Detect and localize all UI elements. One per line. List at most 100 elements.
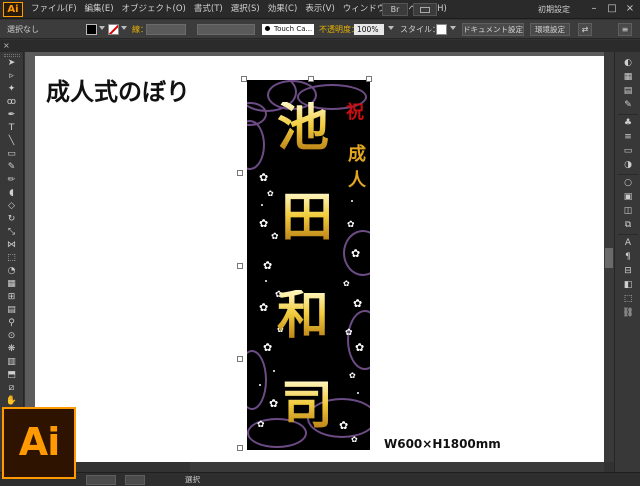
hand-tool-icon[interactable]: ✋ — [5, 396, 18, 407]
blend-tool-icon[interactable]: ⊙ — [5, 331, 18, 342]
paragraph-panel-icon[interactable]: ¶ — [622, 252, 634, 263]
direct-selection-tool-icon[interactable]: ▹ — [5, 71, 18, 82]
fill-swatch[interactable] — [86, 24, 97, 35]
color-panel-icon[interactable]: ◐ — [622, 58, 634, 69]
stroke-swatch[interactable] — [108, 24, 119, 35]
paintbrush-tool-icon[interactable]: ✎ — [5, 162, 18, 173]
sakura-icon: ✿ — [269, 397, 279, 410]
appearance-panel-icon[interactable]: ○ — [622, 178, 634, 189]
pathfinder-panel-icon[interactable]: ◧ — [622, 280, 634, 291]
sakura-icon: ✿ — [263, 259, 273, 272]
sakura-icon: ✿ — [339, 419, 349, 432]
links-panel-icon[interactable]: ⛓ — [622, 308, 634, 319]
nobori-banner[interactable]: ✿ ✿ ✿ ✿ ✿ ✿ ✿ ✿ ✿ ✿ ✿ ✿ ✿ ✿ ✿ ✿ ✿ ✿ ✿ ✿ … — [247, 80, 370, 450]
blob-brush-tool-icon[interactable]: ◖ — [5, 188, 18, 199]
eyedropper-tool-icon[interactable]: ⚲ — [5, 318, 18, 329]
pencil-tool-icon[interactable]: ✏ — [5, 175, 18, 186]
transparency-panel-icon[interactable]: ◑ — [622, 160, 634, 171]
vertical-scrollbar[interactable] — [604, 52, 614, 462]
brushes-panel-icon[interactable]: ✎ — [622, 100, 634, 111]
illustrator-logo-icon: Ai — [3, 2, 23, 17]
opacity-field[interactable]: 100% — [354, 24, 384, 35]
magic-wand-tool-icon[interactable]: ✦ — [5, 84, 18, 95]
stroke-panel-icon[interactable]: ≡ — [622, 132, 634, 143]
menu-view[interactable]: 表示(V) — [301, 0, 338, 19]
sakura-icon: ✿ — [267, 189, 274, 198]
artboard-tool-icon[interactable]: ⬒ — [5, 370, 18, 381]
graphic-style-swatch[interactable] — [436, 24, 447, 35]
rotate-tool-icon[interactable]: ↻ — [5, 214, 18, 225]
menu-object[interactable]: オブジェクト(O) — [118, 0, 190, 19]
banner-ring — [237, 170, 243, 176]
slice-tool-icon[interactable]: ⧄ — [5, 383, 18, 394]
color-guide-panel-icon[interactable]: ▦ — [622, 72, 634, 83]
maximize-button[interactable]: □ — [606, 3, 618, 15]
transform-panel-icon[interactable]: ⬚ — [622, 294, 634, 305]
bridge-button[interactable]: Br — [382, 3, 408, 16]
fill-dropdown-icon[interactable] — [99, 26, 105, 30]
sakura-icon: ✿ — [263, 341, 273, 354]
workspace-switcher[interactable]: 初期設定 — [538, 0, 570, 19]
status-current-tool[interactable]: 選択 — [185, 473, 200, 486]
width-tool-icon[interactable]: ⋈ — [5, 240, 18, 251]
perspective-grid-tool-icon[interactable]: ▦ — [5, 279, 18, 290]
scale-tool-icon[interactable]: ⤡ — [5, 227, 18, 238]
eraser-tool-icon[interactable]: ◇ — [5, 201, 18, 212]
menu-file[interactable]: ファイル(F) — [27, 0, 81, 19]
petal-dot — [259, 384, 261, 386]
zoom-level-field[interactable] — [86, 475, 116, 485]
horizontal-scrollbar[interactable] — [190, 462, 604, 472]
menu-type[interactable]: 書式(T) — [190, 0, 227, 19]
stroke-weight-field[interactable] — [146, 24, 186, 35]
align-panel-icon[interactable]: ⊟ — [622, 266, 634, 277]
symbols-panel-icon[interactable]: ♣ — [622, 118, 634, 129]
panel-grip-icon[interactable] — [4, 54, 20, 57]
lasso-tool-icon[interactable]: ꝏ — [5, 97, 18, 108]
sakura-icon: ✿ — [347, 220, 355, 230]
symbol-sprayer-tool-icon[interactable]: ❋ — [5, 344, 18, 355]
type-tool-icon[interactable]: T — [5, 123, 18, 134]
opacity-dropdown-icon[interactable] — [388, 26, 394, 30]
banner-ring — [237, 263, 243, 269]
rectangle-tool-icon[interactable]: ▭ — [5, 149, 18, 160]
selection-tool-icon[interactable]: ➤ — [5, 58, 18, 69]
stroke-dropdown-icon[interactable] — [121, 26, 127, 30]
preferences-button[interactable]: 環境設定 — [530, 23, 570, 36]
tab-close-icon[interactable]: × — [3, 40, 10, 52]
pen-tool-icon[interactable]: ✒ — [5, 110, 18, 121]
layers-panel-icon[interactable]: ◫ — [622, 206, 634, 217]
document-setup-button[interactable]: ドキュメント設定 — [462, 23, 524, 36]
arrange-documents-button[interactable] — [413, 3, 437, 16]
illustrator-badge-text: Ai — [18, 420, 60, 464]
column-graph-tool-icon[interactable]: ▥ — [5, 357, 18, 368]
selection-status: 選択なし — [7, 25, 39, 34]
opacity-label[interactable]: 不透明度： — [319, 20, 359, 39]
artboards-panel-icon[interactable]: ⧉ — [622, 220, 634, 231]
vertical-scroll-thumb[interactable] — [605, 248, 613, 268]
banner-ring — [366, 76, 372, 82]
swatches-panel-icon[interactable]: ▤ — [622, 86, 634, 97]
style-label: スタイル： — [400, 25, 440, 34]
align-to-icon[interactable]: ⇄ — [578, 23, 592, 36]
character-panel-icon[interactable]: A — [622, 238, 634, 249]
artboard-navigation-field[interactable] — [125, 475, 145, 485]
mesh-tool-icon[interactable]: ⊞ — [5, 292, 18, 303]
brush-name: Touch Ca... — [274, 25, 313, 33]
brush-definition-dropdown[interactable]: Touch Ca... — [262, 24, 314, 35]
banner-ring — [237, 356, 243, 362]
variable-width-profile[interactable] — [197, 24, 255, 35]
menu-select[interactable]: 選択(S) — [227, 0, 264, 19]
style-dropdown-icon[interactable] — [450, 26, 456, 30]
name-char-3: 和 — [277, 285, 330, 346]
close-button[interactable]: × — [624, 3, 636, 15]
gradient-panel-icon[interactable]: ▭ — [622, 146, 634, 157]
shape-builder-tool-icon[interactable]: ◔ — [5, 266, 18, 277]
panel-menu-icon[interactable]: ≡ — [618, 23, 632, 36]
line-tool-icon[interactable]: ╲ — [5, 136, 18, 147]
minimize-button[interactable]: – — [588, 3, 600, 15]
gradient-tool-icon[interactable]: ▤ — [5, 305, 18, 316]
graphic-styles-panel-icon[interactable]: ▣ — [622, 192, 634, 203]
menu-edit[interactable]: 編集(E) — [81, 0, 118, 19]
free-transform-tool-icon[interactable]: ⬚ — [5, 253, 18, 264]
menu-effect[interactable]: 効果(C) — [264, 0, 302, 19]
